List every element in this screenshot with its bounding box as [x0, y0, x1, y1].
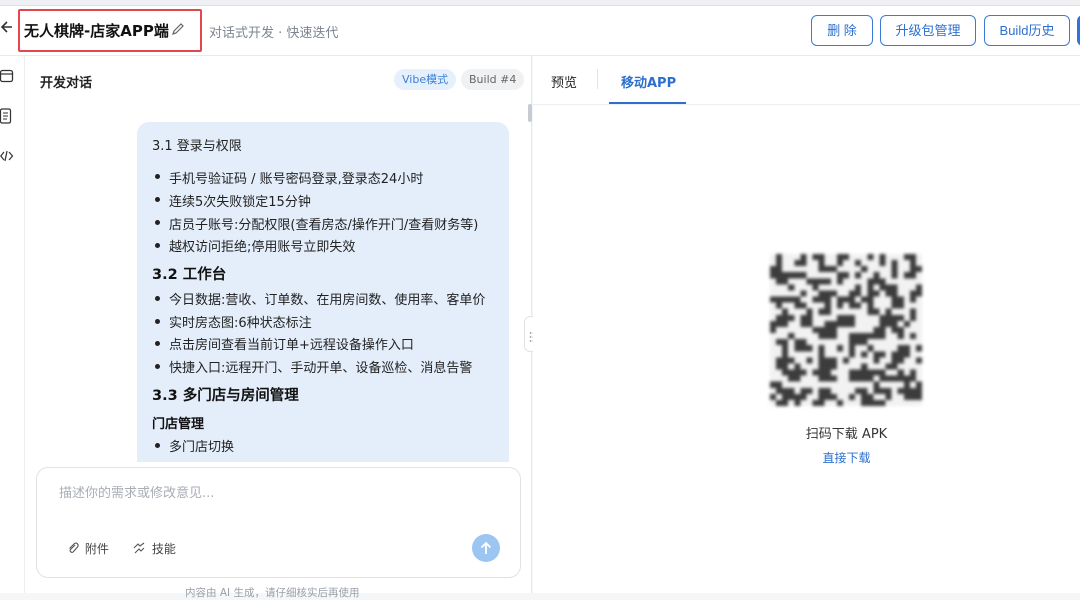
- list-item: 店员子账号:分配权限(查看房态/操作开门/查看财务等): [169, 218, 479, 233]
- build-badge: Build #4: [461, 69, 525, 90]
- list-item: 今日数据:营收、订单数、在用房间数、使用率、客单价: [169, 293, 486, 308]
- bullet: [155, 319, 160, 324]
- chat-input[interactable]: [59, 486, 499, 501]
- direct-download-link[interactable]: 直接下载: [533, 449, 1080, 466]
- document-icon[interactable]: [0, 108, 14, 124]
- scan-download-label: 扫码下载 APK: [805, 427, 888, 442]
- sidebar: [0, 56, 25, 593]
- skill-icon: [132, 542, 148, 558]
- bullet: [155, 296, 160, 301]
- send-button[interactable]: [472, 534, 500, 562]
- bullet: [155, 220, 160, 225]
- tab-preview[interactable]: 预览: [551, 72, 577, 91]
- bullet: [155, 443, 160, 448]
- app-title: 无人棋牌-店家APP端: [24, 22, 169, 40]
- window-icon[interactable]: [0, 68, 14, 84]
- arrow-up-icon: [479, 540, 493, 560]
- section-heading-3-1: 3.1 登录与权限: [152, 139, 242, 154]
- chat-scrollbar[interactable]: [528, 104, 532, 122]
- list-item: 快捷入口:远程开门、手动开单、设备巡检、消息告警: [169, 361, 473, 376]
- list-item: 连续5次失败锁定15分钟: [169, 195, 311, 210]
- edit-pencil-icon[interactable]: [171, 21, 185, 35]
- chat-panel: 开发对话 Vibe模式 Build #4 3.1 登录与权限 手机号验证码 / …: [25, 56, 532, 599]
- preview-panel: 预览 移动APP 扫码下载 APK 直接下载: [533, 56, 1080, 593]
- bullet: [155, 364, 160, 369]
- bullet: [155, 341, 160, 346]
- list-item: 点击房间查看当前订单+远程设备操作入口: [169, 338, 414, 353]
- bullet: [155, 243, 160, 248]
- skill-button[interactable]: 技能: [132, 540, 176, 558]
- chat-input-card: 附件 技能: [36, 467, 521, 578]
- build-history-button[interactable]: Build历史: [984, 15, 1070, 46]
- bullet: [155, 197, 160, 202]
- list-item: 实时房态图:6种状态标注: [169, 316, 312, 331]
- tab-divider: [597, 69, 598, 89]
- tabs-divider: [533, 104, 1080, 105]
- subsection-heading: 门店管理: [152, 417, 205, 432]
- code-icon[interactable]: [0, 148, 14, 164]
- top-bar: 无人棋牌-店家APP端 对话式开发 · 快速迭代 删 除 升级包管理 Build…: [0, 0, 1080, 56]
- attach-button[interactable]: 附件: [67, 540, 109, 558]
- tab-mobile-app[interactable]: 移动APP: [621, 72, 676, 91]
- back-arrow-icon[interactable]: [0, 20, 14, 38]
- page-subtitle: 对话式开发 · 快速迭代: [209, 26, 339, 41]
- delete-button[interactable]: 删 除: [811, 15, 873, 46]
- list-item: 多门店切换: [169, 440, 235, 455]
- list-item: 手机号验证码 / 账号密码登录,登录态24小时: [169, 172, 424, 187]
- paperclip-icon: [67, 542, 81, 558]
- assistant-message-bubble: 3.1 登录与权限 手机号验证码 / 账号密码登录,登录态24小时 连续5次失败…: [137, 122, 509, 462]
- vibe-mode-badge[interactable]: Vibe模式: [394, 69, 457, 90]
- skill-label: 技能: [151, 542, 176, 556]
- section-heading-3-3: 3.3 多门店与房间管理: [152, 388, 299, 404]
- qr-code-image: [770, 254, 922, 406]
- section-heading-3-2: 3.2 工作台: [152, 267, 227, 283]
- chat-panel-title: 开发对话: [40, 76, 93, 91]
- bullet: [155, 174, 160, 179]
- attach-label: 附件: [84, 542, 109, 556]
- browser-strip: [0, 0, 1080, 6]
- upgrade-package-button[interactable]: 升级包管理: [880, 15, 976, 46]
- list-item: 越权访问拒绝;停用账号立即失效: [169, 240, 356, 255]
